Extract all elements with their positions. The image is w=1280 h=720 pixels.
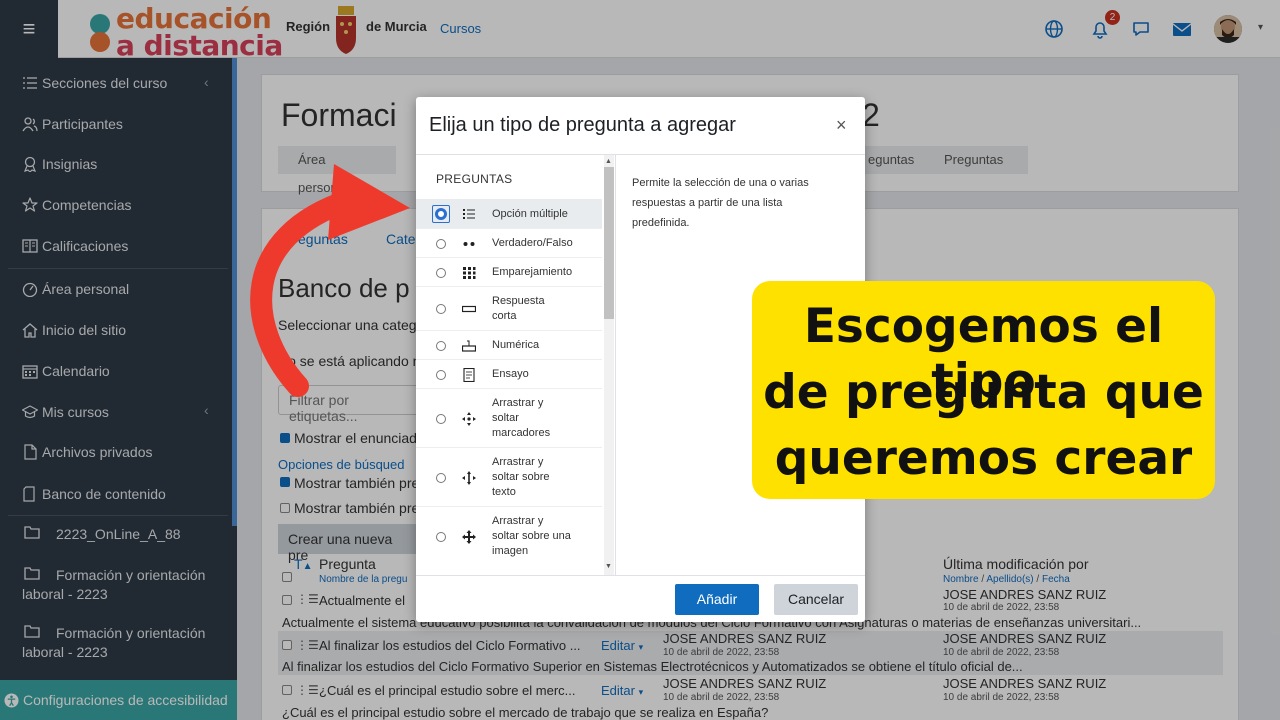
callout-box: Escogemos el tipo de pregunta que querem… [752, 281, 1215, 499]
close-icon[interactable]: × [836, 115, 847, 136]
truefalse-icon [463, 242, 475, 246]
essay-icon [463, 368, 475, 382]
shortanswer-icon [462, 305, 476, 313]
multichoice-icon [463, 209, 475, 219]
option-label: Arrastrar y soltar sobre texto [492, 456, 550, 498]
option-label: Respuesta corta [492, 295, 545, 322]
option-label: Verdadero/Falso [492, 237, 573, 249]
list-divider [615, 155, 616, 575]
option-label: Arrastrar y soltar sobre una imagen [492, 515, 571, 557]
option-multichoice[interactable]: Opción múltiple [416, 199, 602, 229]
radio-drag-markers[interactable] [436, 414, 446, 424]
scroll-down-icon[interactable]: ▼ [605, 563, 612, 570]
matching-icon [463, 267, 476, 279]
callout-line-3: queremos crear [774, 431, 1193, 486]
dialog-footer-divider [416, 575, 865, 576]
numerical-icon [462, 340, 476, 352]
option-essay[interactable]: Ensayo [416, 360, 602, 389]
option-matching[interactable]: Emparejamiento [416, 258, 602, 287]
radio-drag-image[interactable] [436, 532, 446, 542]
type-list-scroll-thumb[interactable] [604, 167, 614, 319]
red-arrow-annotation-icon [250, 164, 410, 397]
option-label: Ensayo [492, 368, 529, 380]
drag-text-icon [462, 471, 476, 485]
option-label: Numérica [492, 339, 540, 351]
option-shortanswer[interactable]: Respuesta corta [416, 287, 602, 331]
option-drag-markers[interactable]: Arrastrar y soltar marcadores [416, 389, 602, 448]
question-type-list: PREGUNTAS Opción múltiple Verdadero/Fals… [416, 155, 616, 575]
drag-image-icon [462, 530, 476, 544]
dialog-title: Elija un tipo de pregunta a agregar [429, 114, 736, 136]
option-label: Emparejamiento [492, 266, 573, 278]
option-label: Arrastrar y soltar marcadores [492, 397, 551, 439]
cancel-button[interactable]: Cancelar [774, 584, 858, 615]
radio-drag-text[interactable] [436, 473, 446, 483]
option-label: Opción múltiple [492, 208, 568, 220]
option-drag-text[interactable]: Arrastrar y soltar sobre texto [416, 448, 602, 507]
drag-markers-icon [462, 412, 476, 426]
questions-section-heading: PREGUNTAS [436, 172, 513, 186]
option-numerical[interactable]: Numérica [416, 331, 602, 360]
callout-line-2: de pregunta que [763, 365, 1204, 420]
question-type-description: Permite la selección de una o varias res… [632, 177, 809, 229]
option-drag-image[interactable]: Arrastrar y soltar sobre una imagen [416, 507, 602, 566]
scroll-up-icon[interactable]: ▲ [605, 158, 612, 165]
add-button[interactable]: Añadir [675, 584, 759, 615]
option-truefalse[interactable]: Verdadero/Falso [416, 229, 602, 258]
